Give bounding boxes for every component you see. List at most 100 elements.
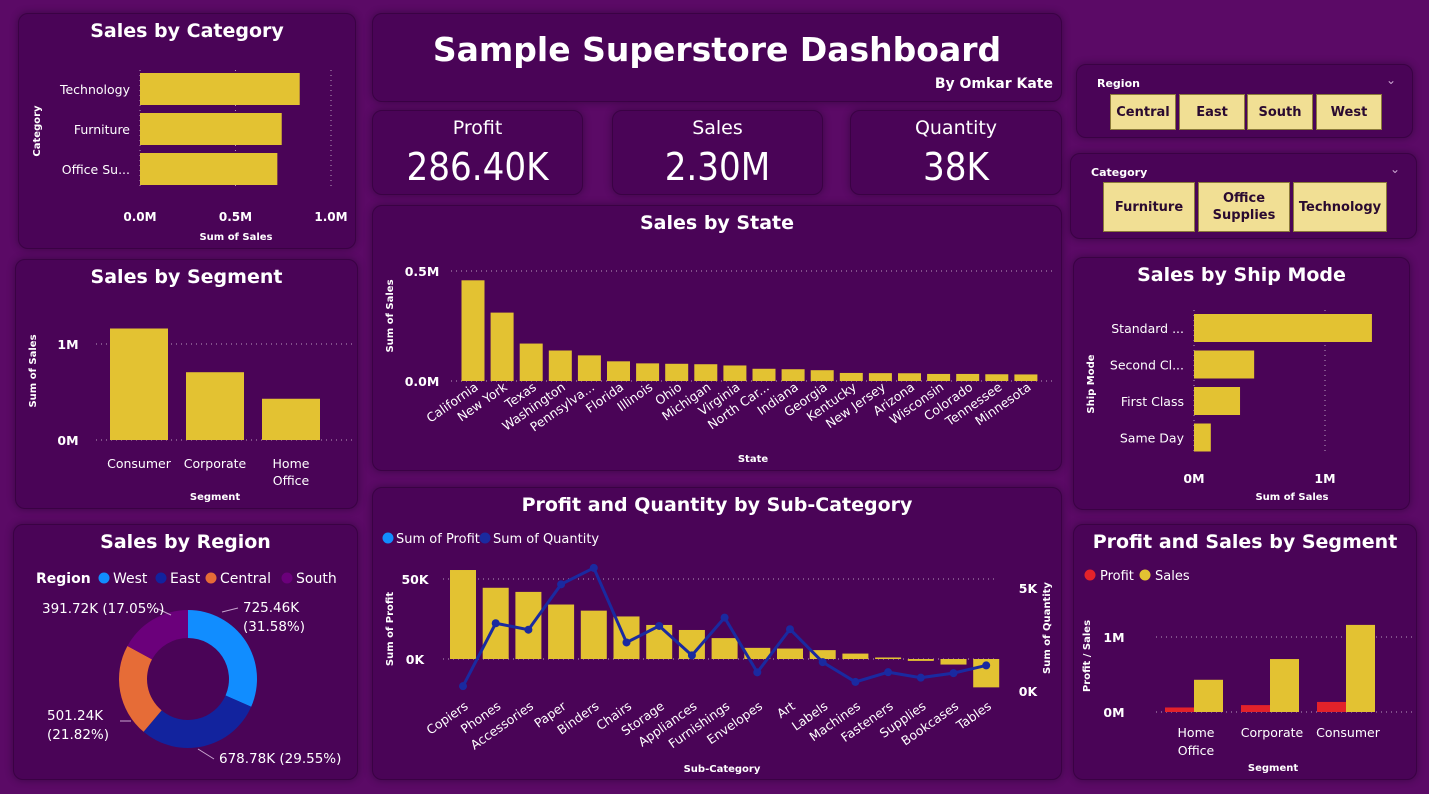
x-axis-label: Segment: [190, 492, 240, 503]
y-tick-label: 1M: [57, 337, 78, 352]
leader-line: [221, 607, 239, 613]
y-tick-label: First Class: [1121, 394, 1184, 409]
legend-swatch: [1084, 569, 1096, 581]
region-option-west[interactable]: West: [1316, 94, 1382, 130]
x-tick-label: 0.5M: [219, 210, 252, 224]
bar: [711, 638, 738, 659]
category-slicer-title: Category: [1091, 166, 1148, 179]
chevron-down-icon[interactable]: ⌄: [1390, 162, 1400, 176]
y-tick-label: 0.5M: [405, 264, 440, 279]
dashboard-title: Sample Superstore Dashboard: [432, 30, 1002, 69]
bar: [723, 365, 747, 381]
y-tick-label: 0K: [406, 652, 426, 667]
dashboard-header: Sample Superstore Dashboard By Omkar Kat…: [372, 13, 1062, 102]
sales-by-region-card: Sales by Region Region West East Central Sou…: [13, 524, 358, 780]
x-tick-label: 1M: [1314, 471, 1335, 486]
category-option-furniture[interactable]: Furniture: [1103, 182, 1195, 232]
y-tick-label: 1M: [1103, 630, 1124, 645]
x-tick-label: 0.0M: [123, 210, 156, 224]
bar: [1194, 314, 1372, 342]
legend-label: Profit: [1100, 569, 1134, 584]
chevron-down-icon[interactable]: ⌄: [1386, 73, 1396, 87]
legend-swatch: [281, 572, 293, 584]
legend-swatch: [382, 532, 394, 544]
y-axis-label: Profit / Sales: [1082, 620, 1093, 692]
bar: [580, 610, 607, 659]
profit-sales-segment-card: Profit and Sales by Segment Profit Sales 0…: [1073, 524, 1417, 780]
y-tick-label: Second Cl...: [1110, 358, 1184, 373]
category-option-office-supplies[interactable]: Office Supplies: [1198, 182, 1290, 232]
bar: [842, 653, 869, 659]
legend-label: East: [170, 571, 201, 587]
line-point: [720, 613, 729, 622]
bar: [140, 153, 278, 185]
line-point: [557, 580, 566, 589]
sales-by-ship-mode-chart: 0M 1M Standard ... Second Cl... First Class S…: [1086, 310, 1372, 503]
kpi-profit-value: 286.40K: [406, 145, 549, 189]
quantity-line: [461, 565, 987, 687]
sales-bar: [1270, 659, 1299, 712]
line-point: [884, 668, 893, 677]
profit-quantity-subcategory-card: Profit and Quantity by Sub-Category Sum …: [372, 487, 1062, 780]
sales-by-segment-chart: 0M 1M Consumer Corporate Home Office Segment Su…: [28, 328, 356, 503]
line-point: [687, 651, 696, 660]
sales-by-ship-mode-card: Sales by Ship Mode 0M 1M Standard ... Secon…: [1073, 257, 1410, 510]
bar: [777, 648, 803, 659]
legend-swatch: [98, 572, 110, 584]
kpi-quantity-value: 38K: [923, 145, 989, 189]
category-option-technology[interactable]: Technology: [1293, 182, 1387, 232]
x-tick-label: 0M: [1183, 471, 1204, 486]
line-point: [491, 619, 500, 628]
line-point: [786, 625, 794, 634]
legend-label: Sales: [1155, 569, 1190, 584]
legend-swatch: [155, 572, 167, 584]
legend-swatch: [1139, 569, 1151, 581]
y-tick-label: Technology: [59, 82, 131, 97]
region-option-central[interactable]: Central: [1110, 94, 1176, 130]
kpi-profit-card: Profit 286.40K: [372, 110, 583, 195]
x-tick-label: Consumer: [107, 456, 172, 471]
bar: [461, 280, 485, 381]
bar: [140, 113, 282, 145]
x-tick-label: 1.0M: [314, 210, 347, 224]
line-point: [753, 668, 762, 677]
sales-by-category-chart: 0.0M 0.5M 1.0M Technology Furniture Office Su…: [32, 70, 348, 243]
line-point: [459, 682, 467, 691]
bar: [985, 374, 1009, 381]
bar: [110, 328, 168, 440]
sales-by-state-chart: 0.0M0.5MCaliforniaNew YorkTexasWashingto…: [385, 264, 1055, 465]
line-point: [589, 563, 598, 572]
data-label: 678.78K (29.55%): [219, 751, 341, 767]
bar: [607, 361, 630, 381]
y-tick-label: Standard ...: [1111, 321, 1184, 336]
region-option-south[interactable]: South: [1247, 94, 1313, 130]
bar: [927, 373, 951, 381]
x-tick-label: Consumer: [1316, 725, 1381, 740]
line-point: [622, 638, 631, 647]
data-label: 725.46K (31.58%): [243, 600, 305, 635]
kpi-sales-value: 2.30M: [664, 145, 771, 189]
profit-bar: [1317, 701, 1346, 712]
kpi-sales-card: Sales 2.30M: [612, 110, 823, 195]
y2-axis-label: Sum of Quantity: [1042, 582, 1053, 674]
line-point: [982, 661, 991, 670]
bar: [519, 343, 543, 381]
bar: [694, 364, 718, 381]
bar: [940, 659, 967, 665]
profit-quantity-subcategory-chart: Sum of Profit Sum of Quantity0K50K0K5KCop…: [382, 532, 1053, 775]
bar: [548, 350, 572, 381]
x-tick-label: Corporate: [1241, 725, 1304, 740]
y-tick-label: Same Day: [1120, 431, 1185, 446]
x-tick-label: Tables: [953, 698, 994, 733]
legend-label: Sum of Quantity: [493, 532, 599, 547]
region-option-east[interactable]: East: [1179, 94, 1245, 130]
leader-line: [197, 748, 215, 760]
line-point: [949, 669, 958, 678]
bar: [665, 363, 689, 381]
legend-label: West: [113, 571, 148, 587]
bar: [752, 368, 776, 381]
bar: [140, 73, 300, 105]
legend-swatch: [205, 572, 217, 584]
y2-tick-label: 5K: [1019, 581, 1039, 596]
y-tick-label: 0M: [1103, 705, 1124, 720]
